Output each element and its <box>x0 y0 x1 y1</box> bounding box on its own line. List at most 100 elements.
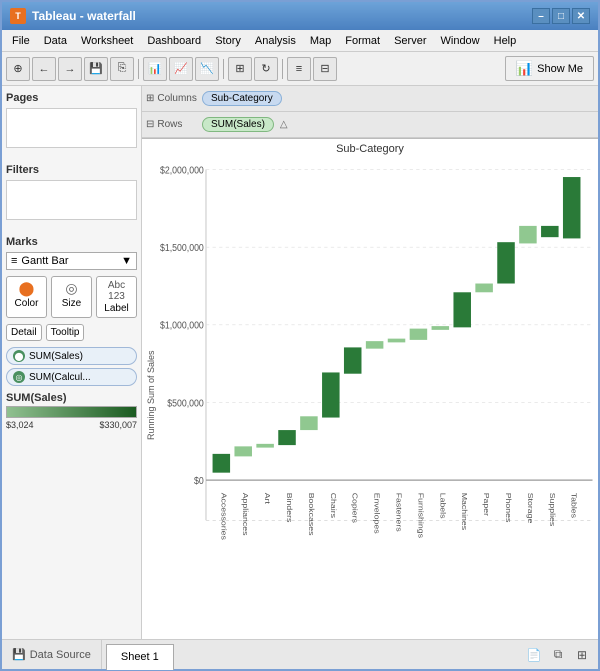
toolbar-save-btn[interactable]: 💾 <box>84 57 108 81</box>
sum-sales-icon: ⬤ <box>13 350 25 362</box>
menu-window[interactable]: Window <box>435 33 486 49</box>
toolbar-group-btn[interactable]: ⊟ <box>313 57 337 81</box>
tooltip-button[interactable]: Tooltip <box>46 324 85 341</box>
sum-sales-pill[interactable]: ⬤ SUM(Sales) <box>6 347 137 365</box>
menu-worksheet[interactable]: Worksheet <box>75 33 139 49</box>
toolbar-sort-btn[interactable]: ≡ <box>287 57 311 81</box>
svg-text:Fasteners: Fasteners <box>395 493 403 532</box>
columns-text: Columns <box>157 93 196 104</box>
marks-section: Marks ≡ Gantt Bar ▼ ⬤ Color ◎ Size <box>6 234 137 430</box>
legend-gradient <box>6 406 137 418</box>
color-button[interactable]: ⬤ Color <box>6 276 47 318</box>
menu-analysis[interactable]: Analysis <box>249 33 302 49</box>
svg-text:Bookcases: Bookcases <box>307 493 315 536</box>
chart-title: Sub-Category <box>142 139 598 157</box>
title-controls[interactable]: – □ ✕ <box>532 8 590 24</box>
svg-text:Envelopes: Envelopes <box>373 493 381 534</box>
menu-map[interactable]: Map <box>304 33 337 49</box>
svg-text:$0: $0 <box>194 474 204 486</box>
bar-tables <box>563 177 581 238</box>
duplicate-sheet-icon[interactable]: ⧉ <box>548 645 568 665</box>
toolbar-refresh-btn[interactable]: ↻ <box>254 57 278 81</box>
menu-server[interactable]: Server <box>388 33 432 49</box>
show-me-label: Show Me <box>537 63 583 75</box>
sum-calcul-pill[interactable]: ◎ SUM(Calcul... <box>6 368 137 386</box>
detail-button[interactable]: Detail <box>6 324 42 341</box>
svg-text:$500,000: $500,000 <box>167 397 204 409</box>
new-sheet-icon[interactable]: 📄 <box>524 645 544 665</box>
data-source-tab[interactable]: 💾 Data Source <box>2 640 102 669</box>
columns-icon: ⊞ <box>146 93 154 104</box>
bar-chairs <box>322 372 340 417</box>
toolbar-sep-2 <box>223 59 224 79</box>
svg-text:Supplies: Supplies <box>548 493 556 527</box>
new-dashboard-icon[interactable]: ⊞ <box>572 645 592 665</box>
chart-container: Running Sum of Sales $2,00 <box>142 157 598 633</box>
svg-text:Machines: Machines <box>460 493 468 530</box>
menu-help[interactable]: Help <box>488 33 523 49</box>
main-content: Pages Filters Marks ≡ Gantt Bar ▼ ⬤ Colo… <box>2 86 598 639</box>
toolbar-back-btn[interactable]: ← <box>32 57 56 81</box>
marks-type-icon: ≡ <box>11 255 17 267</box>
color-icon: ⬤ <box>19 280 35 297</box>
size-icon: ◎ <box>65 280 77 297</box>
toolbar-home-btn[interactable]: ⊕ <box>6 57 30 81</box>
bar-supplies <box>541 226 559 237</box>
bar-copiers <box>344 347 362 373</box>
show-me-icon: 📊 <box>516 60 533 77</box>
toolbar-chart2-btn[interactable]: 📈 <box>169 57 193 81</box>
show-me-button[interactable]: 📊 Show Me <box>505 56 594 81</box>
toolbar-filter-btn[interactable]: ⊞ <box>228 57 252 81</box>
menu-format[interactable]: Format <box>339 33 386 49</box>
menu-story[interactable]: Story <box>209 33 247 49</box>
pages-section: Pages <box>6 90 137 154</box>
toolbar-copy-btn[interactable]: ⎘ <box>110 57 134 81</box>
columns-pill[interactable]: Sub-Category <box>202 91 282 106</box>
app-icon: T <box>10 8 26 24</box>
svg-text:$1,500,000: $1,500,000 <box>160 241 204 253</box>
sum-calcul-label: SUM(Calcul... <box>29 372 91 383</box>
marks-properties: Detail Tooltip <box>6 324 137 341</box>
legend-max: $330,007 <box>99 420 137 430</box>
menu-file[interactable]: File <box>6 33 36 49</box>
color-label: Color <box>15 298 39 309</box>
svg-text:Tables: Tables <box>570 493 578 518</box>
sheet-tab[interactable]: Sheet 1 <box>106 644 174 670</box>
maximize-button[interactable]: □ <box>552 8 570 24</box>
main-window: T Tableau - waterfall – □ ✕ File Data Wo… <box>0 0 600 671</box>
chart-inner: $2,000,000 $1,500,000 $1,000,000 $500,00… <box>160 157 598 633</box>
svg-text:Copiers: Copiers <box>351 493 359 523</box>
pages-label: Pages <box>6 90 137 108</box>
legend-title: SUM(Sales) <box>6 390 137 406</box>
marks-type-dropdown[interactable]: ≡ Gantt Bar ▼ <box>6 252 137 270</box>
right-panel: ⊞ Columns Sub-Category ⊟ Rows SUM(Sales)… <box>142 86 598 639</box>
svg-text:$2,000,000: $2,000,000 <box>160 164 204 176</box>
filters-box <box>6 180 137 220</box>
bar-bookcases <box>300 416 318 430</box>
toolbar-chart3-btn[interactable]: 📉 <box>195 57 219 81</box>
close-button[interactable]: ✕ <box>572 8 590 24</box>
size-button[interactable]: ◎ Size <box>51 276 92 318</box>
rows-shelf: ⊟ Rows SUM(Sales) △ <box>142 112 598 138</box>
menu-data[interactable]: Data <box>38 33 73 49</box>
svg-text:Paper: Paper <box>482 493 490 517</box>
title-bar: T Tableau - waterfall – □ ✕ <box>2 2 598 30</box>
bar-furnishings <box>410 329 428 340</box>
toolbar-sep-1 <box>138 59 139 79</box>
toolbar-forward-btn[interactable]: → <box>58 57 82 81</box>
rows-pill[interactable]: SUM(Sales) <box>202 117 274 132</box>
label-button[interactable]: Abc123 Label <box>96 276 137 318</box>
bottom-bar: 💾 Data Source Sheet 1 📄 ⧉ ⊞ <box>2 639 598 669</box>
bar-phones <box>497 242 515 283</box>
bar-labels <box>432 326 450 330</box>
data-source-icon: 💾 <box>12 648 26 661</box>
label-icon: Abc123 <box>108 280 125 302</box>
toolbar-sep-3 <box>282 59 283 79</box>
menu-bar: File Data Worksheet Dashboard Story Anal… <box>2 30 598 52</box>
marks-buttons: ⬤ Color ◎ Size Abc123 Label <box>6 276 137 318</box>
data-source-label: Data Source <box>30 649 91 661</box>
toolbar-chart-btn[interactable]: 📊 <box>143 57 167 81</box>
minimize-button[interactable]: – <box>532 8 550 24</box>
svg-text:Appliances: Appliances <box>241 493 249 536</box>
menu-dashboard[interactable]: Dashboard <box>141 33 207 49</box>
